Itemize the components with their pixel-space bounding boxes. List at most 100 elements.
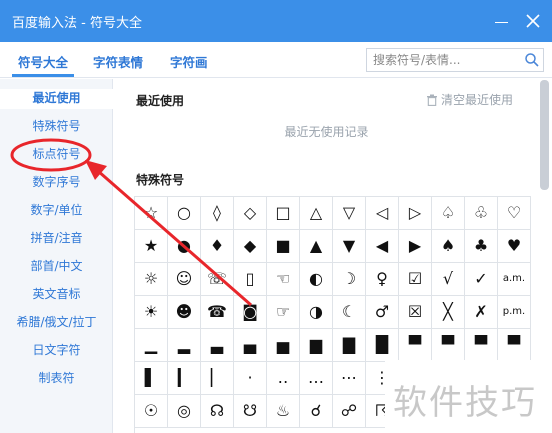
symbol-cell[interactable]: ☍ bbox=[333, 395, 366, 428]
symbol-cell[interactable]: ▂ bbox=[168, 329, 201, 362]
symbol-cell[interactable]: ☆ bbox=[135, 197, 168, 230]
symbol-cell[interactable]: ▀ bbox=[432, 329, 465, 362]
symbol-cell[interactable]: ▆ bbox=[300, 329, 333, 362]
symbol-cell[interactable]: ♣ bbox=[465, 230, 498, 263]
symbol-cell[interactable]: ♡ bbox=[498, 197, 531, 230]
symbol-cell[interactable]: ☌ bbox=[300, 395, 333, 428]
clear-recent-button[interactable]: 清空最近使用 bbox=[426, 91, 513, 108]
close-button[interactable] bbox=[523, 11, 543, 31]
symbol-cell[interactable]: ☑ bbox=[399, 263, 432, 296]
symbol-cell[interactable]: ▷ bbox=[399, 197, 432, 230]
recent-section-title: 最近使用 bbox=[136, 94, 185, 108]
tab-ascii-art[interactable]: 字符画 bbox=[170, 52, 208, 71]
close-icon bbox=[526, 14, 540, 28]
symbol-cell[interactable]: ♤ bbox=[432, 197, 465, 230]
symbol-cell[interactable]: ✗ bbox=[465, 296, 498, 329]
symbol-cell[interactable]: p.m. bbox=[498, 296, 531, 329]
symbol-cell[interactable]: ▶ bbox=[399, 230, 432, 263]
minimize-icon bbox=[495, 22, 508, 23]
symbol-cell[interactable]: ▼ bbox=[333, 230, 366, 263]
symbol-cell[interactable]: ▅ bbox=[267, 329, 300, 362]
symbol-cell[interactable]: ☋ bbox=[234, 395, 267, 428]
symbol-cell[interactable]: ▀ bbox=[498, 329, 531, 362]
symbol-cell[interactable]: ♧ bbox=[465, 197, 498, 230]
symbol-cell[interactable]: ▄ bbox=[234, 329, 267, 362]
symbol-cell[interactable]: ◊ bbox=[201, 197, 234, 230]
sidebar-item-radicals[interactable]: 部首/中文 bbox=[0, 257, 113, 277]
symbol-cell[interactable]: ▀ bbox=[465, 329, 498, 362]
minimize-button[interactable] bbox=[489, 12, 513, 32]
symbol-cell[interactable]: ☼ bbox=[135, 263, 168, 296]
symbol-cell[interactable]: ☻ bbox=[168, 296, 201, 329]
symbol-cell[interactable]: ▲ bbox=[300, 230, 333, 263]
symbol-cell[interactable]: ▇ bbox=[333, 329, 366, 362]
symbol-cell[interactable]: ☊ bbox=[201, 395, 234, 428]
sidebar-item-box-drawing[interactable]: 制表符 bbox=[0, 369, 113, 389]
symbol-cell[interactable]: ◁ bbox=[366, 197, 399, 230]
symbol-cell[interactable]: ♂ bbox=[366, 296, 399, 329]
sidebar-item-punctuation[interactable]: 标点符号 bbox=[0, 145, 113, 165]
watermark: 软件技巧 bbox=[385, 360, 552, 433]
symbol-cell[interactable]: ☽ bbox=[333, 263, 366, 296]
sidebar-item-japanese[interactable]: 日文字符 bbox=[0, 341, 113, 361]
symbol-cell[interactable]: ▃ bbox=[201, 329, 234, 362]
sidebar-item-phonetics[interactable]: 英文音标 bbox=[0, 285, 113, 305]
symbol-cell[interactable]: ▯ bbox=[234, 263, 267, 296]
symbol-cell[interactable]: △ bbox=[300, 197, 333, 230]
symbol-cell[interactable]: ▎ bbox=[168, 362, 201, 395]
symbol-cell[interactable]: ☾ bbox=[333, 296, 366, 329]
symbol-cell[interactable]: ★ bbox=[135, 230, 168, 263]
symbol-cell[interactable]: ‥ bbox=[267, 362, 300, 395]
symbol-cell[interactable]: ☜ bbox=[267, 263, 300, 296]
symbol-cell[interactable]: ♠ bbox=[432, 230, 465, 263]
symbol-cell[interactable]: □ bbox=[267, 197, 300, 230]
symbol-cell[interactable]: ⋯ bbox=[333, 362, 366, 395]
symbol-cell[interactable]: ☒ bbox=[399, 296, 432, 329]
symbol-cell[interactable]: ◎ bbox=[168, 395, 201, 428]
title-bar: 百度输入法 - 符号大全 bbox=[0, 0, 552, 42]
sidebar-item-numbers-units[interactable]: 数字/单位 bbox=[0, 201, 113, 221]
symbol-cell[interactable]: ☏ bbox=[201, 263, 234, 296]
symbol-cell[interactable]: ☺ bbox=[168, 263, 201, 296]
symbol-cell[interactable]: ◇ bbox=[234, 197, 267, 230]
sidebar-item-numbering[interactable]: 数字序号 bbox=[0, 173, 113, 193]
symbol-cell[interactable]: ▽ bbox=[333, 197, 366, 230]
symbol-cell[interactable]: ♦ bbox=[201, 230, 234, 263]
sidebar-item-pinyin[interactable]: 拼音/注音 bbox=[0, 229, 113, 249]
symbol-cell[interactable]: ♨ bbox=[267, 395, 300, 428]
symbol-cell[interactable]: ○ bbox=[168, 197, 201, 230]
search-input[interactable] bbox=[373, 52, 521, 68]
symbol-cell[interactable]: ☀ bbox=[135, 296, 168, 329]
symbol-cell[interactable]: … bbox=[300, 362, 333, 395]
symbol-cell[interactable]: ☉ bbox=[135, 395, 168, 428]
sidebar-item-special[interactable]: 特殊符号 bbox=[0, 117, 113, 137]
search-icon[interactable] bbox=[524, 52, 540, 68]
symbol-cell[interactable]: ■ bbox=[267, 230, 300, 263]
sidebar-item-recent[interactable]: 最近使用 bbox=[0, 89, 113, 109]
symbol-cell[interactable]: ◐ bbox=[300, 263, 333, 296]
tab-emoticons[interactable]: 字符表情 bbox=[93, 52, 143, 71]
symbol-cell[interactable]: ☞ bbox=[267, 296, 300, 329]
symbol-cell[interactable]: ◙ bbox=[234, 296, 267, 329]
symbol-cell[interactable]: √ bbox=[432, 263, 465, 296]
search-box[interactable] bbox=[366, 48, 544, 72]
symbol-cell[interactable]: a.m. bbox=[498, 263, 531, 296]
symbol-cell[interactable]: ▏ bbox=[201, 362, 234, 395]
symbol-cell[interactable]: ◆ bbox=[234, 230, 267, 263]
scrollbar-thumb[interactable] bbox=[540, 80, 549, 190]
symbol-cell[interactable]: ◀ bbox=[366, 230, 399, 263]
symbol-cell[interactable]: █ bbox=[366, 329, 399, 362]
symbol-cell[interactable]: ◑ bbox=[300, 296, 333, 329]
symbol-cell[interactable]: ☎ bbox=[201, 296, 234, 329]
symbol-cell[interactable]: ▁ bbox=[135, 329, 168, 362]
tab-symbols[interactable]: 符号大全 bbox=[18, 52, 68, 71]
sidebar-item-greek-russian-latin[interactable]: 希腊/俄文/拉丁 bbox=[0, 313, 113, 333]
symbol-cell[interactable]: ● bbox=[168, 230, 201, 263]
symbol-cell[interactable]: ♥ bbox=[498, 230, 531, 263]
symbol-cell[interactable]: ✓ bbox=[465, 263, 498, 296]
symbol-cell[interactable]: ╳ bbox=[432, 296, 465, 329]
symbol-cell[interactable]: ▌ bbox=[135, 362, 168, 395]
symbol-cell[interactable]: · bbox=[234, 362, 267, 395]
symbol-cell[interactable]: ♀ bbox=[366, 263, 399, 296]
symbol-cell[interactable]: ▀ bbox=[399, 329, 432, 362]
